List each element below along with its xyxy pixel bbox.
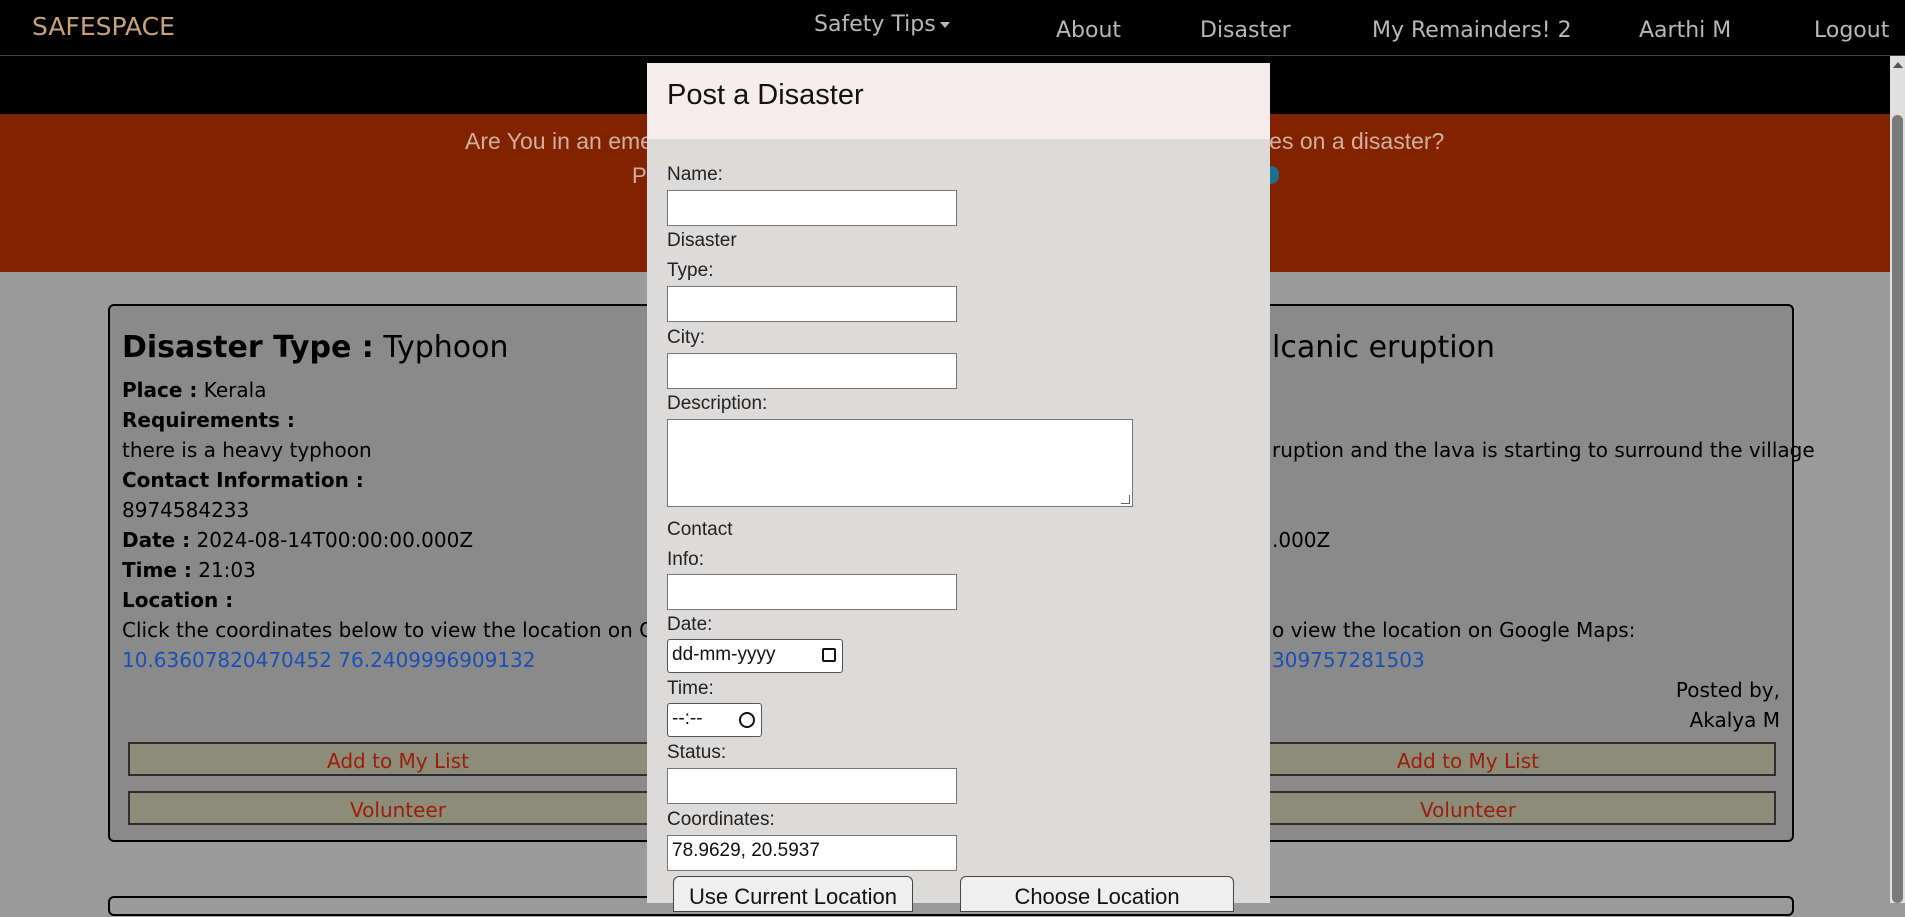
contact-input[interactable]	[667, 574, 957, 610]
card1-place-label: Place :	[122, 378, 198, 402]
modal-header: Post a Disaster	[647, 63, 1270, 139]
card1-location-hint: Click the coordinates below to view the …	[122, 618, 698, 642]
coordinates-input[interactable]: 78.9629, 20.5937	[667, 835, 957, 871]
clock-icon[interactable]	[739, 712, 755, 728]
card1-requirements-label: Requirements :	[122, 408, 295, 432]
card1-type-value: Typhoon	[383, 330, 509, 365]
banner-text-left: Are You in an eme	[465, 128, 653, 154]
time-input[interactable]: --:--	[667, 703, 762, 737]
modal-title: Post a Disaster	[667, 79, 864, 111]
card2-type-value: lcanic eruption	[1272, 330, 1495, 365]
card2-coordinates-link[interactable]: 309757281503	[1272, 648, 1425, 672]
card2-posted-by-value: Akalya M	[1689, 708, 1780, 732]
card1-date-label: Date :	[122, 528, 191, 552]
time-placeholder: --:--	[672, 708, 703, 729]
card1-time-label: Time :	[122, 558, 192, 582]
card1-time: Time : 21:03	[122, 558, 256, 582]
card1-type-label: Disaster Type :	[122, 330, 374, 365]
banner-text-right: ates on a disaster?	[1250, 128, 1445, 154]
contact-label-line2: Info:	[667, 549, 704, 570]
card1-requirements-value: there is a heavy typhoon	[122, 438, 372, 462]
nav-safety-tips-dropdown[interactable]: Safety Tips	[814, 12, 950, 37]
city-label: City:	[667, 327, 705, 348]
card1-volunteer-button[interactable]: Volunteer	[128, 791, 668, 825]
name-input[interactable]	[667, 190, 957, 226]
card2-posted-by-label: Posted by,	[1675, 678, 1780, 702]
type-label-line1: Disaster	[667, 230, 737, 251]
contact-label-line1: Contact	[667, 519, 733, 540]
use-current-location-button[interactable]: Use Current Location	[673, 876, 913, 912]
card2-requirements-value: ruption and the lava is starting to surr…	[1272, 438, 1815, 462]
post-disaster-modal: Post a Disaster Name: Disaster Type: Cit…	[647, 63, 1270, 912]
navbar: SAFESPACE Safety Tips About Disaster My …	[0, 0, 1905, 56]
card1-coordinates-link[interactable]: 10.63607820470452 76.2409996909132	[122, 648, 536, 672]
date-placeholder: dd-mm-yyyy	[672, 644, 776, 665]
nav-disaster[interactable]: Disaster	[1200, 18, 1291, 43]
calendar-icon[interactable]	[822, 648, 836, 662]
type-label-line2: Type:	[667, 260, 714, 281]
card1-time-value: 21:03	[198, 558, 256, 582]
scrollbar-thumb[interactable]	[1892, 115, 1903, 903]
card1-place-value: Kerala	[203, 378, 267, 402]
name-label: Name:	[667, 164, 723, 185]
chevron-down-icon	[939, 22, 950, 28]
card1-date-value: 2024-08-14T00:00:00.000Z	[196, 528, 474, 552]
date-input[interactable]: dd-mm-yyyy	[667, 639, 843, 673]
description-textarea[interactable]	[667, 419, 1133, 507]
time-label: Time:	[667, 678, 714, 699]
card1-location-label: Location :	[122, 588, 234, 612]
coordinates-label: Coordinates:	[667, 809, 775, 830]
card2-date-value: .000Z	[1272, 528, 1331, 552]
nav-about[interactable]: About	[1056, 18, 1121, 43]
scroll-up-icon[interactable]	[1893, 62, 1903, 68]
city-input[interactable]	[667, 353, 957, 389]
brand-logo[interactable]: SAFESPACE	[32, 12, 175, 41]
card1-place: Place : Kerala	[122, 378, 266, 402]
date-label: Date:	[667, 614, 713, 635]
card1-date: Date : 2024-08-14T00:00:00.000Z	[122, 528, 473, 552]
card1-contact-label: Contact Information :	[122, 468, 364, 492]
choose-location-button[interactable]: Choose Location	[960, 876, 1234, 912]
disaster-type-input[interactable]	[667, 286, 957, 322]
status-input[interactable]	[667, 768, 957, 804]
description-label: Description:	[667, 393, 768, 414]
nav-logout[interactable]: Logout	[1814, 18, 1889, 43]
card2-location-hint: o view the location on Google Maps:	[1272, 618, 1636, 642]
card1-contact-value: 8974584233	[122, 498, 250, 522]
card1-add-to-list-button[interactable]: Add to My List	[128, 742, 668, 776]
nav-safety-tips-label: Safety Tips	[814, 12, 936, 37]
resize-handle-icon[interactable]	[1121, 495, 1130, 504]
nav-user[interactable]: Aarthi M	[1639, 18, 1731, 43]
nav-reminders[interactable]: My Remainders! 2	[1372, 18, 1572, 43]
status-label: Status:	[667, 742, 727, 763]
card1-type: Disaster Type : Typhoon	[122, 330, 509, 365]
